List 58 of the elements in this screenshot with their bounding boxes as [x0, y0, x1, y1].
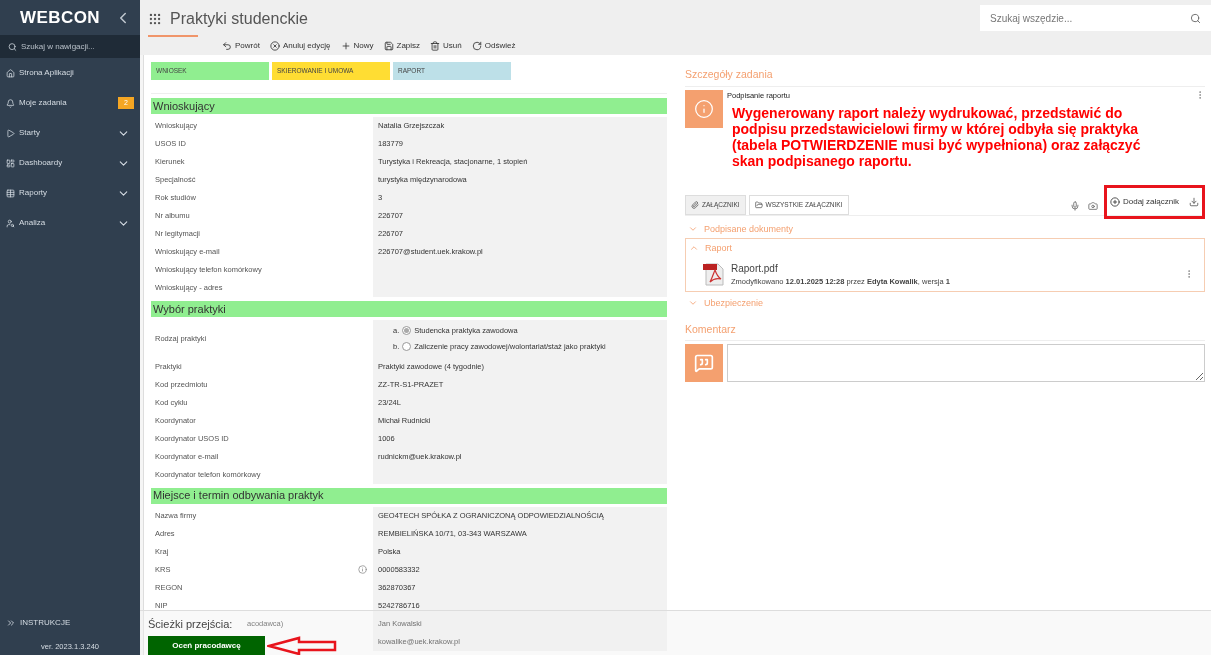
nav-item[interactable]: Starty [0, 118, 140, 148]
logo: WEBCON [20, 6, 100, 29]
task-message: Wygenerowany raport należy wydrukować, przedstawić do podpisu przedstawicielowi firmy w której odbyła się praktyka (tabela POTWIERDZENIE musi być wypełniona) oraz załączyć skan podpisanego raportu. [731, 105, 1142, 170]
instructions-link[interactable]: INSTRUKCJE [0, 612, 140, 633]
add-attachment-button[interactable]: Dodaj załącznik [1109, 196, 1179, 209]
trash-icon [430, 41, 441, 51]
section-header: Wnioskujący [151, 98, 667, 114]
paperclip-icon [691, 201, 699, 210]
nav-search-box[interactable]: Szukaj w nawigacji... [0, 35, 140, 58]
app-grid-icon[interactable] [148, 12, 162, 26]
bell-icon [6, 98, 15, 108]
nav-item[interactable]: Strona Aplikacji [0, 58, 140, 88]
undo-icon [222, 41, 232, 51]
user-icon [6, 218, 15, 228]
toolbar-button[interactable]: Odśwież [471, 40, 516, 52]
global-search-box[interactable]: Szukaj wszędzie... [980, 5, 1211, 31]
section-header: Miejsce i termin odbywania praktyk [151, 487, 667, 504]
radio-button[interactable] [402, 326, 412, 336]
toolbar-button[interactable]: Zapisz [383, 40, 421, 52]
folder-icon [754, 201, 763, 210]
section-heading: Komentarz [685, 323, 736, 336]
toolbar-button[interactable]: Powrót [222, 40, 260, 52]
search-icon [8, 41, 17, 52]
double-chevron-icon [6, 617, 16, 628]
toolbar-button[interactable]: Anuluj edycję [269, 40, 331, 52]
file-name[interactable]: Raport.pdf [731, 261, 1178, 277]
refresh-icon [471, 41, 482, 51]
download-icon[interactable] [1189, 197, 1199, 208]
add-icon [1109, 197, 1120, 208]
microphone-icon[interactable] [1069, 201, 1080, 212]
save-icon [383, 41, 394, 51]
info-icon [694, 99, 714, 119]
comment-icon [694, 353, 714, 374]
home-icon [6, 68, 15, 78]
section-header: Wybór praktyki [151, 301, 667, 317]
play-icon [6, 128, 15, 138]
pdf-file-icon [703, 262, 725, 287]
nav-item[interactable]: Analiza [0, 208, 140, 238]
nav-search-field[interactable]: Szukaj w nawigacji... [20, 40, 132, 53]
info-icon[interactable] [358, 565, 367, 574]
section-heading: Szczegóły zadania [685, 68, 773, 80]
plus-icon [340, 41, 351, 51]
page-title: Praktyki studenckie [170, 9, 308, 29]
radio-button[interactable] [402, 342, 412, 352]
comment-field[interactable] [727, 344, 1205, 383]
nav-item[interactable]: Dashboardy [0, 148, 140, 178]
transitions-heading: Ścieżki przejścia: [148, 617, 233, 632]
cancel-icon [269, 41, 280, 51]
nav-item[interactable]: Raporty [0, 178, 140, 208]
dashboard-icon [6, 158, 15, 168]
global-search-field[interactable]: Szukaj wszędzie... [990, 10, 1190, 26]
search-icon [1190, 12, 1201, 24]
path-button[interactable]: Oceń pracodawcę [148, 635, 265, 655]
camera-icon[interactable] [1087, 201, 1098, 212]
toolbar-button[interactable]: Usuń [430, 40, 462, 52]
arrow-annotation [267, 635, 337, 655]
toolbar-button[interactable]: Nowy [340, 40, 374, 52]
table-icon [6, 188, 15, 198]
